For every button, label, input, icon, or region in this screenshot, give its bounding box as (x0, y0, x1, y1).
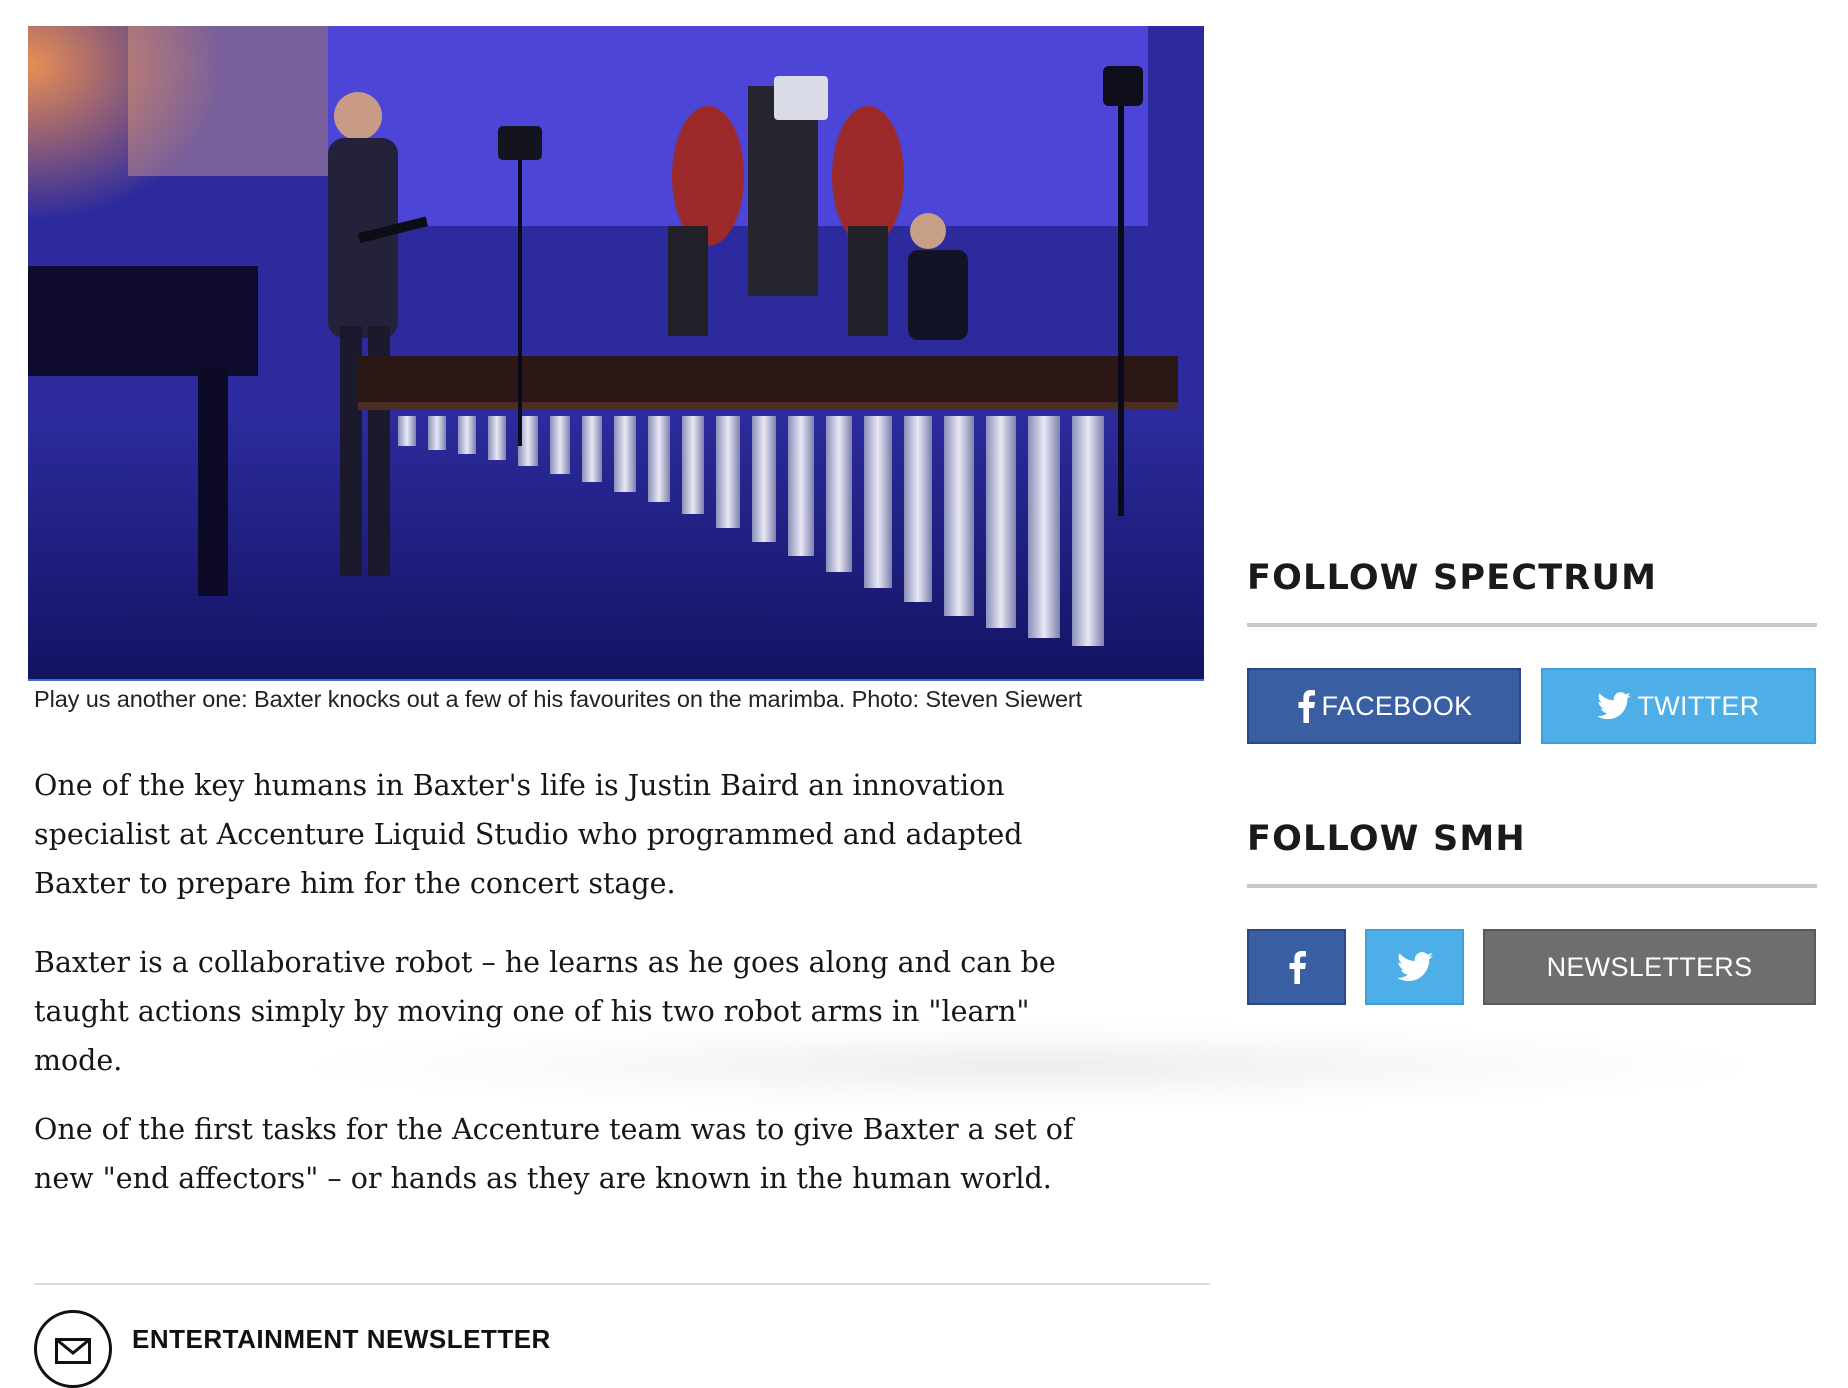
spectrum-facebook-button[interactable]: FACEBOOK (1247, 668, 1521, 744)
facebook-icon (1296, 689, 1316, 723)
facebook-icon (1287, 949, 1307, 985)
twitter-label: TWITTER (1637, 690, 1760, 721)
heading-rule (1247, 623, 1817, 627)
facebook-label: FACEBOOK (1321, 690, 1473, 721)
envelope-icon (34, 1310, 112, 1388)
newsletter-title: ENTERTAINMENT NEWSLETTER (132, 1324, 551, 1354)
image-caption: Play us another one: Baxter knocks out a… (34, 686, 1083, 712)
section-divider (34, 1283, 1210, 1285)
article-paragraph: One of the first tasks for the Accenture… (34, 1113, 1074, 1195)
follow-spectrum-heading: FOLLOW SPECTRUM (1247, 558, 1658, 598)
newsletters-button[interactable]: NEWSLETTERS (1483, 929, 1816, 1005)
smh-facebook-button[interactable] (1247, 929, 1346, 1005)
stage-photo (28, 26, 1204, 679)
twitter-icon (1396, 952, 1433, 982)
smh-twitter-button[interactable] (1365, 929, 1464, 1005)
follow-smh-heading: FOLLOW SMH (1247, 819, 1526, 859)
spectrum-twitter-button[interactable]: TWITTER (1541, 668, 1816, 744)
article-hero-image (28, 26, 1204, 681)
newsletters-label: NEWSLETTERS (1546, 951, 1753, 982)
twitter-icon (1597, 692, 1632, 720)
heading-rule (1247, 884, 1817, 888)
article-paragraph: One of the key humans in Baxter's life i… (34, 769, 1023, 900)
article-paragraph: Baxter is a collaborative robot – he lea… (34, 946, 1056, 1077)
